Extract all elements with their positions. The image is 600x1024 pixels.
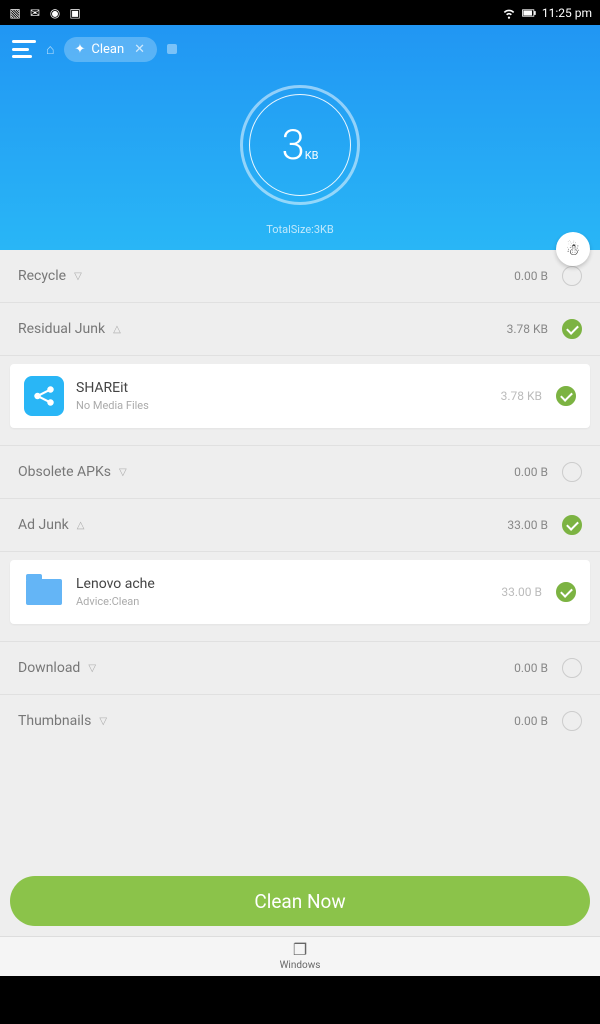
ring-value: 3 [281,121,304,170]
status-bar: ▧ ✉ ◉ ▣ 11:25 pm [0,0,600,25]
clipboard-icon: ▣ [68,6,82,20]
tab-clean[interactable]: ✦ Clean ✕ [64,37,157,62]
checkbox-lenovo[interactable] [556,582,576,602]
menu-button[interactable] [12,40,36,58]
chevron-up-icon: △ [77,520,85,531]
checkbox-shareit[interactable] [556,386,576,406]
row-recycle[interactable]: Recycle▽ 0.00 B [0,250,600,303]
row-residual[interactable]: Residual Junk△ 3.78 KB [0,303,600,356]
scan-list: Recycle▽ 0.00 B Residual Junk△ 3.78 KB S… [0,250,600,747]
wifi-icon [502,6,516,20]
chevron-down-icon: ▽ [119,467,127,478]
checkbox-obsolete[interactable] [562,462,582,482]
checkbox-residual[interactable] [562,319,582,339]
ring-unit: KB [305,149,319,162]
row-obsolete[interactable]: Obsolete APKs▽ 0.00 B [0,446,600,499]
tab-label: Clean [91,42,124,57]
close-icon[interactable]: ✕ [134,42,145,57]
home-icon[interactable]: ⌂ [46,41,54,58]
windows-icon: ❐ [293,942,307,958]
float-button[interactable]: ☃ [556,232,590,266]
sync-icon: ◉ [48,6,62,20]
chevron-down-icon: ▽ [74,271,82,282]
chevron-down-icon: ▽ [99,716,107,727]
row-adjunk[interactable]: Ad Junk△ 33.00 B [0,499,600,552]
item-lenovo[interactable]: Lenovo ache Advice:Clean 33.00 B [10,560,590,624]
item-size: 33.00 B [501,585,542,599]
tab-extra[interactable] [167,44,177,54]
item-shareit[interactable]: SHAREit No Media Files 3.78 KB [10,364,590,428]
row-thumbnails[interactable]: Thumbnails▽ 0.00 B [0,695,600,747]
item-title: Lenovo ache [76,576,501,592]
image-icon: ▧ [8,6,22,20]
item-sub: Advice:Clean [76,595,501,608]
checkbox-download[interactable] [562,658,582,678]
mail-icon: ✉ [28,6,42,20]
item-size: 3.78 KB [501,389,542,403]
windows-label: Windows [280,960,321,971]
row-download[interactable]: Download▽ 0.00 B [0,642,600,695]
chevron-down-icon: ▽ [88,663,96,674]
checkbox-recycle[interactable] [562,266,582,286]
folder-icon [24,572,64,612]
item-title: SHAREit [76,380,501,396]
chevron-up-icon: △ [113,324,121,335]
windows-bar[interactable]: ❐ Windows [0,936,600,976]
checkbox-thumbnails[interactable] [562,711,582,731]
checkbox-adjunk[interactable] [562,515,582,535]
size-ring: 3KB [240,85,360,205]
nav-bar [0,976,600,1024]
status-time: 11:25 pm [542,6,592,20]
total-size-label: TotalSize:3KB [240,223,360,236]
battery-icon [522,6,536,20]
item-sub: No Media Files [76,399,501,412]
shareit-icon [24,376,64,416]
header: ⌂ ✦ Clean ✕ 3KB TotalSize:3KB ☃ [0,25,600,250]
broom-icon: ✦ [74,42,85,57]
clean-now-button[interactable]: Clean Now [10,876,590,926]
